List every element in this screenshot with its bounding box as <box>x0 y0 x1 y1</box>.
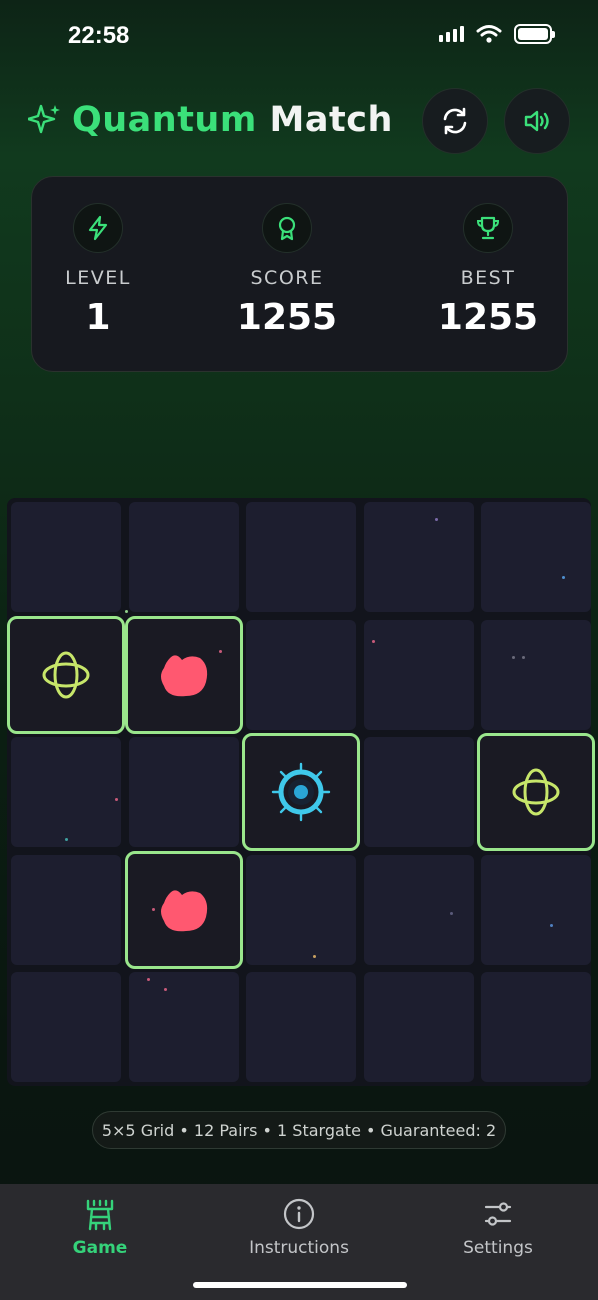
stat-label: SCORE <box>250 267 324 289</box>
sliders-icon <box>418 1194 578 1234</box>
stat-value: 1 <box>85 297 111 338</box>
particle <box>512 656 515 659</box>
board-tile[interactable] <box>11 972 121 1082</box>
tab-settings[interactable]: Settings <box>418 1194 578 1258</box>
particle <box>115 798 118 801</box>
board-tile[interactable] <box>481 854 591 965</box>
tab-label: Settings <box>463 1238 533 1258</box>
board-tile[interactable] <box>363 619 474 730</box>
particle <box>372 640 375 643</box>
stats-card: LEVEL 1 SCORE 1255 BEST 1255 <box>31 176 568 372</box>
board-tile[interactable] <box>11 502 121 612</box>
particle <box>152 908 155 911</box>
battery-icon <box>514 24 555 44</box>
board-tile[interactable] <box>363 737 474 847</box>
atom-icon <box>509 765 563 819</box>
particle <box>450 912 453 915</box>
signal-icon <box>439 26 464 42</box>
stat-value: 1255 <box>236 297 338 338</box>
board-tile[interactable] <box>246 619 356 730</box>
particle <box>219 650 222 653</box>
board-tile[interactable] <box>11 854 121 965</box>
tower-icon <box>20 1194 180 1234</box>
lightning-icon <box>73 203 123 253</box>
particle <box>313 955 316 958</box>
particle <box>435 518 438 521</box>
board-tile[interactable] <box>246 502 356 612</box>
blob-icon <box>156 885 212 935</box>
board-tile-revealed[interactable] <box>124 615 243 734</box>
board-tile[interactable] <box>481 619 591 730</box>
wifi-icon <box>476 25 502 43</box>
stat-value: 1255 <box>437 297 539 338</box>
board-tile[interactable] <box>11 737 121 847</box>
trophy-icon <box>463 203 513 253</box>
tab-label: Game <box>72 1238 128 1258</box>
particle <box>164 988 167 991</box>
tab-label: Instructions <box>249 1238 349 1258</box>
sound-toggle-button[interactable] <box>504 88 570 154</box>
info-icon <box>219 1194 379 1234</box>
status-bar: 22:58 <box>0 0 598 70</box>
board-tile-revealed[interactable] <box>7 615 125 734</box>
stat-best: BEST 1255 <box>418 203 558 338</box>
status-time: 22:58 <box>68 22 130 49</box>
stat-label: BEST <box>460 267 516 289</box>
stargate-icon <box>271 762 331 822</box>
app-header: Quantum Match <box>28 88 570 154</box>
title-accent: Quantum <box>72 100 257 140</box>
blob-icon <box>156 650 212 700</box>
restart-button[interactable] <box>422 88 488 154</box>
board-tile[interactable] <box>128 737 239 847</box>
board-tile-revealed[interactable] <box>242 733 360 851</box>
status-icons <box>439 24 555 44</box>
home-indicator <box>193 1282 407 1288</box>
board-tile[interactable] <box>128 972 239 1082</box>
game-board <box>7 498 595 1086</box>
particle <box>550 924 553 927</box>
board-tile[interactable] <box>363 972 474 1082</box>
board-tile-revealed[interactable] <box>477 733 595 851</box>
particle <box>522 656 525 659</box>
board-tile[interactable] <box>481 972 591 1082</box>
tab-instructions[interactable]: Instructions <box>219 1194 379 1258</box>
board-tile-revealed[interactable] <box>124 850 243 969</box>
particle <box>125 610 128 613</box>
sparkle-icon <box>28 104 60 134</box>
board-tile[interactable] <box>246 972 356 1082</box>
tab-game[interactable]: Game <box>20 1194 180 1258</box>
refresh-icon <box>443 107 467 135</box>
volume-icon <box>524 110 549 132</box>
app-title: Quantum Match <box>28 100 393 140</box>
particle <box>65 838 68 841</box>
title-rest: Match <box>269 100 393 140</box>
particle <box>562 576 565 579</box>
stat-label: LEVEL <box>65 267 131 289</box>
board-tile[interactable] <box>481 502 591 612</box>
award-icon <box>262 203 312 253</box>
board-tile[interactable] <box>246 854 356 965</box>
board-tile[interactable] <box>363 854 474 965</box>
particle <box>147 978 150 981</box>
board-tile[interactable] <box>363 502 474 612</box>
stat-level: LEVEL 1 <box>28 203 168 338</box>
board-tile[interactable] <box>128 502 239 612</box>
grid-info: 5×5 Grid • 12 Pairs • 1 Stargate • Guara… <box>92 1111 506 1149</box>
stat-score: SCORE 1255 <box>217 203 357 338</box>
atom-icon <box>39 648 93 702</box>
